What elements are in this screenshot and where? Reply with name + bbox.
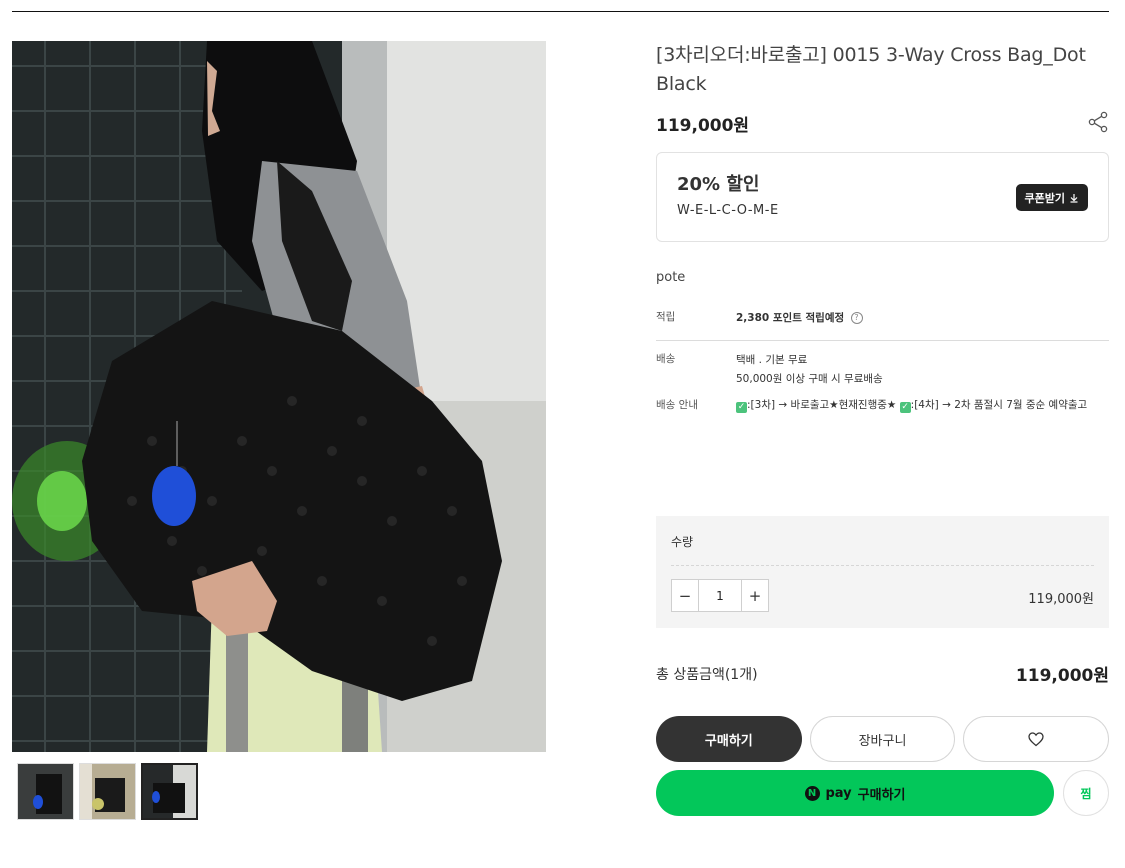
notice-part-1: :[3차] → 바로출고★현재진행중★ [747,399,900,411]
npay-buy-label: 구매하기 [857,787,906,803]
check-icon: ✓ [736,402,747,413]
main-product-image[interactable] [12,41,546,752]
quantity-increase-button[interactable]: + [742,580,768,611]
product-details: 적립 2,380 포인트 적립예정 ? 배송 택배 . 기본 무료 50,000… [656,309,1109,413]
npay-zzim-button[interactable]: 찜 [1063,770,1109,816]
points-key: 적립 [656,311,676,323]
cart-button[interactable]: 장바구니 [809,716,956,762]
quantity-divider [671,565,1094,566]
shipping-notice-row: 배송 안내 ✓:[3차] → 바로출고★현재진행중★ ✓:[4차] → 2차 품… [656,397,1109,413]
coupon-box: 20% 할인 W-E-L-C-O-M-E 쿠폰받기 [656,152,1109,242]
brand-name: pote [656,270,686,285]
action-buttons: 구매하기 장바구니 [656,716,1109,762]
quantity-line-price: 119,000원 [1028,592,1094,607]
total-price: 119,000원 [1015,666,1109,686]
naver-n-icon: N [804,785,820,801]
total-label: 총 상품금액(1개) [656,667,758,683]
points-value: 2,380 포인트 적립예정 ? [736,309,1109,328]
thumbnail-1[interactable] [17,763,74,820]
details-divider [656,340,1109,341]
product-info-panel: [3차리오더:바로출고] 0015 3-Way Cross Bag_Dot Bl… [656,41,1109,413]
wishlist-button[interactable] [963,716,1109,762]
top-divider [12,11,1109,12]
shipping-free-condition: 50,000원 이상 구매 시 무료배송 [736,373,883,385]
shipping-key: 배송 [656,353,676,365]
shipping-notice-value: ✓:[3차] → 바로출고★현재진행중★ ✓:[4차] → 2차 품절시 7월 … [736,397,1109,413]
shipping-value: 택배 . 기본 무료 50,000원 이상 구매 시 무료배송 [736,351,1109,389]
total-row: 총 상품금액(1개) 119,000원 [656,661,1109,686]
product-price: 119,000원 [656,116,750,136]
quantity-stepper: − 1 + [671,579,769,612]
coupon-download-label: 쿠폰받기 [1024,191,1065,205]
quantity-input[interactable]: 1 [698,580,742,611]
heart-icon [1028,731,1044,746]
check-icon: ✓ [899,402,911,413]
shipping-notice-key: 배송 안내 [656,399,698,411]
shipping-method: 택배 . 기본 무료 [736,354,808,366]
points-text: 2,380 포인트 적립예정 [736,312,845,324]
download-icon [1070,193,1078,203]
quantity-label: 수량 [671,535,694,549]
product-title: [3차리오더:바로출고] 0015 3-Way Cross Bag_Dot Bl… [656,44,1086,95]
points-row: 적립 2,380 포인트 적립예정 ? [656,309,1109,328]
thumbnail-strip [17,763,198,820]
coupon-code: W-E-L-C-O-M-E [677,203,779,218]
price-row: 119,000원 [656,111,1109,136]
coupon-download-button[interactable]: 쿠폰받기 [1015,184,1088,211]
shipping-row: 배송 택배 . 기본 무료 50,000원 이상 구매 시 무료배송 [656,351,1109,389]
quantity-box: 수량 − 1 + 119,000원 [656,516,1109,628]
npay-brand: pay [825,785,852,801]
npay-row: N pay 구매하기 찜 [656,770,1109,816]
thumbnail-2[interactable] [79,763,136,820]
notice-part-2: :[4차] → 2차 품절시 7월 중순 예약출고 [910,399,1088,411]
help-icon[interactable]: ? [850,312,863,324]
share-icon[interactable] [1087,111,1109,133]
buy-button[interactable]: 구매하기 [656,716,802,762]
thumbnail-3[interactable] [141,763,198,820]
npay-buy-button[interactable]: N pay 구매하기 [656,770,1054,816]
coupon-discount: 20% 할인 [677,174,760,195]
quantity-decrease-button[interactable]: − [672,580,698,611]
